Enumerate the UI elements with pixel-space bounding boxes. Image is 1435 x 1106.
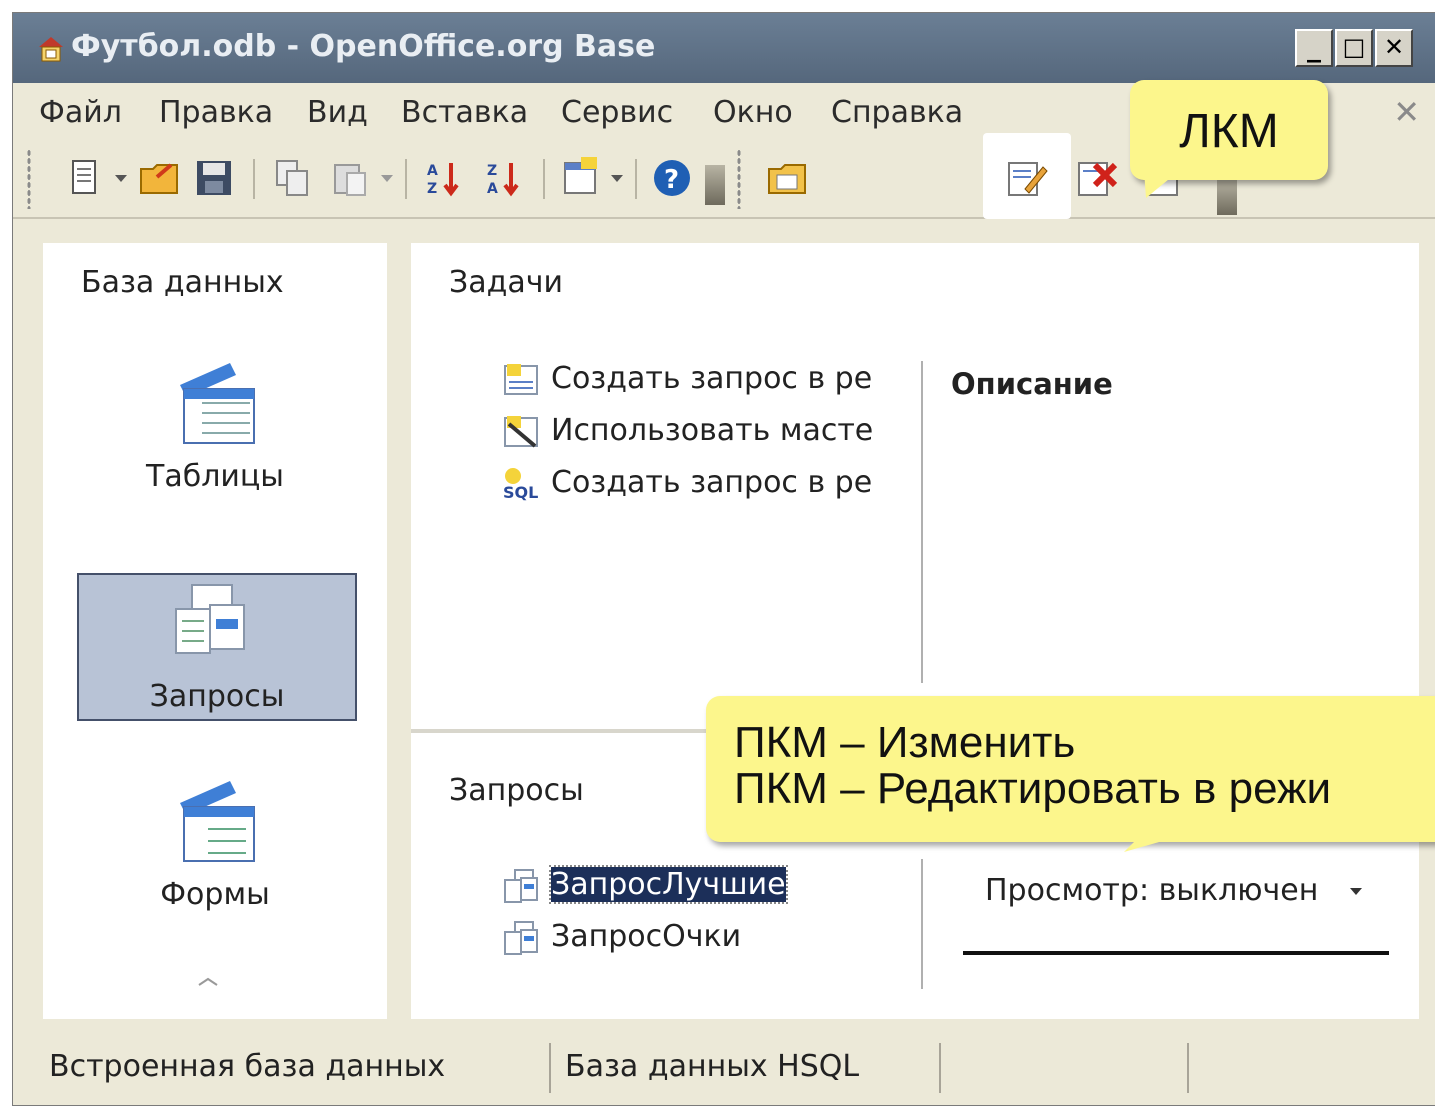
task-use-wizard[interactable]: Использовать масте [501,413,873,450]
toolbar-grip[interactable] [737,149,741,209]
toolbar-overflow[interactable] [1217,179,1237,215]
preview-underline [963,951,1389,955]
svg-text:?: ? [664,165,679,195]
preview-dropdown-label: Просмотр: выключен [985,873,1319,908]
sql-icon: SQL [503,467,538,502]
callout-pkm-line2: ПКМ – Редактировать в режи [734,764,1332,813]
task-create-sql-label: Создать запрос в ре [551,465,873,500]
tables-icon [180,363,255,444]
delete-icon[interactable] [1073,155,1119,201]
category-queries[interactable]: Запросы [77,573,357,721]
window-title: Футбол.odb - OpenOffice.org Base [71,29,656,64]
task-create-sql[interactable]: SQL Создать запрос в ре [501,465,872,502]
menu-edit[interactable]: Правка [159,95,273,130]
menu-tools[interactable]: Сервис [561,95,673,130]
callout-pkm-pointer [1124,836,1180,852]
tasks-divider [921,361,923,683]
menu-view[interactable]: Вид [307,95,368,130]
menu-file[interactable]: Файл [39,95,122,130]
category-tables-label: Таблицы [146,459,284,494]
scroll-more-icon[interactable] [193,973,223,989]
maximize-button[interactable]: □ [1335,29,1373,67]
status-bar: Встроенная база данных База данных HSQL [13,1029,1435,1105]
form-dropdown-arrow[interactable] [611,175,623,182]
chevron-down-icon [1349,888,1362,895]
svg-text:SQL: SQL [503,483,538,502]
open-object-icon[interactable] [765,155,811,201]
toolbar-grip[interactable] [27,149,31,209]
close-document-icon[interactable]: ✕ [1393,93,1420,131]
tasks-title: Задачи [449,265,563,300]
menu-window[interactable]: Окно [713,95,793,130]
category-tables[interactable]: Таблицы [77,355,353,515]
title-bar[interactable]: Футбол.odb - OpenOffice.org Base _ □ ✕ [13,13,1435,83]
minimize-button[interactable]: _ [1295,29,1333,67]
design-query-icon [504,363,538,395]
callout-lkm: ЛКМ [1130,80,1328,180]
main-panel: Задачи Создать запрос в ре Использовать … [411,243,1419,1019]
open-icon[interactable] [137,155,183,201]
callout-lkm-pointer [1144,170,1180,198]
status-separator [549,1043,551,1093]
paste-icon[interactable] [327,155,373,201]
toolbar-separator [405,159,407,199]
status-separator [939,1043,941,1093]
queries-divider [921,859,923,989]
queries-icon [175,584,245,654]
category-forms-label: Формы [160,877,270,912]
close-button[interactable]: ✕ [1375,29,1413,67]
database-panel-title: База данных [81,265,284,300]
help-icon[interactable]: ? [649,155,695,201]
category-forms[interactable]: Формы [77,773,353,933]
query-icon [504,868,538,903]
save-icon[interactable] [191,155,237,201]
toolbar-overflow[interactable] [705,165,725,205]
callout-pkm: ПКМ – Изменить ПКМ – Редактировать в реж… [706,696,1435,842]
app-icon [39,37,63,62]
task-create-design-label: Создать запрос в ре [551,361,873,396]
queries-title: Запросы [449,773,584,808]
sort-descending-icon[interactable]: Z A [481,155,527,201]
query-item-best[interactable]: ЗапросЛучшие [501,865,788,904]
menu-help[interactable]: Справка [831,95,963,130]
status-hsql: База данных HSQL [565,1049,860,1084]
edit-icon[interactable] [1003,155,1049,201]
description-title: Описание [951,367,1113,401]
category-queries-label: Запросы [149,679,285,714]
new-icon[interactable] [63,155,109,201]
toolbar-separator [253,159,255,199]
database-panel: База данных Таблицы Запросы Формы [43,243,387,1019]
query-item-points-label: ЗапросОчки [551,919,742,954]
toolbar-separator [635,159,637,199]
menu-insert[interactable]: Вставка [401,95,528,130]
task-use-wizard-label: Использовать масте [551,413,874,448]
preview-dropdown[interactable]: Просмотр: выключен [985,873,1362,908]
toolbar-separator [543,159,545,199]
svg-text:Z: Z [487,163,497,179]
callout-pkm-line1: ПКМ – Изменить [734,718,1076,767]
status-embedded-db: Встроенная база данных [49,1049,446,1084]
task-create-design[interactable]: Создать запрос в ре [501,361,872,398]
status-separator [1187,1043,1189,1093]
new-dropdown-arrow[interactable] [115,175,127,182]
sort-ascending-icon[interactable]: A Z [421,155,467,201]
forms-icon [180,781,255,862]
callout-lkm-text: ЛКМ [1179,105,1279,158]
copy-icon[interactable] [269,155,315,201]
form-icon[interactable] [559,155,605,201]
svg-text:Z: Z [427,181,437,197]
wizard-icon [504,415,538,448]
query-item-points[interactable]: ЗапросОчки [501,919,741,956]
query-item-best-label: ЗапросЛучшие [549,865,788,904]
query-icon [504,920,538,955]
paste-dropdown-arrow[interactable] [381,175,393,182]
svg-text:A: A [487,181,498,197]
svg-text:A: A [427,163,438,179]
